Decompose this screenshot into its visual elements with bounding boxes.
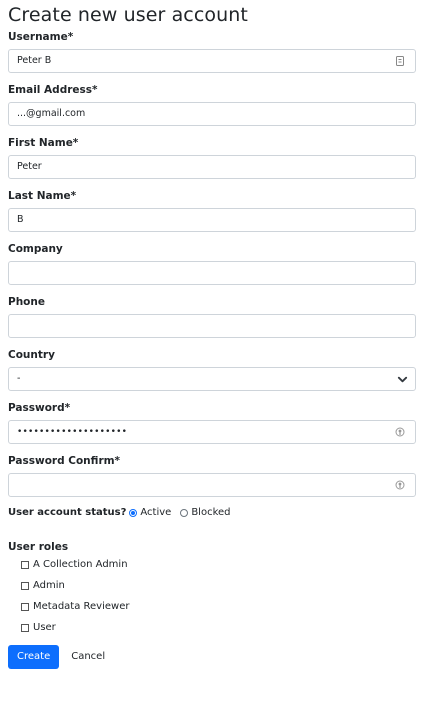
username-value: Peter B: [17, 55, 52, 66]
first-name-group: First Name* Peter: [8, 136, 416, 179]
last-name-label: Last Name*: [8, 190, 77, 202]
last-name-input[interactable]: B: [8, 208, 416, 232]
password-key-icon[interactable]: [395, 427, 405, 437]
company-label: Company: [8, 243, 63, 255]
user-roles-list: A Collection Admin Admin Metadata Review…: [8, 558, 416, 634]
country-label: Country: [8, 349, 55, 361]
username-group: Username* Peter B: [8, 30, 416, 73]
status-active-label: Active: [140, 507, 172, 518]
password-confirm-input[interactable]: [8, 473, 416, 497]
password-key-icon[interactable]: [395, 480, 405, 490]
company-input[interactable]: [8, 261, 416, 285]
password-value: ••••••••••••••••••••: [17, 427, 128, 437]
email-group: Email Address* ...@gmail.com: [8, 83, 416, 126]
user-roles-title: User roles: [8, 541, 69, 553]
password-confirm-group: Password Confirm*: [8, 454, 416, 497]
form-actions: Create Cancel: [8, 645, 416, 669]
checkbox[interactable]: [21, 602, 29, 611]
country-select[interactable]: -: [8, 367, 416, 391]
radio-active[interactable]: [129, 509, 138, 517]
chevron-down-icon: [397, 376, 408, 383]
password-label: Password*: [8, 402, 71, 414]
role-label: User: [33, 622, 56, 633]
first-name-input[interactable]: Peter: [8, 155, 416, 179]
username-input[interactable]: Peter B: [8, 49, 416, 73]
checkbox[interactable]: [21, 623, 29, 632]
email-value: ...@gmail.com: [17, 108, 86, 119]
status-blocked-option[interactable]: Blocked: [180, 506, 231, 520]
checkbox[interactable]: [21, 560, 29, 569]
username-label: Username*: [8, 31, 74, 43]
radio-blocked[interactable]: [180, 509, 189, 517]
first-name-value: Peter: [17, 161, 42, 172]
password-group: Password* ••••••••••••••••••••: [8, 401, 416, 444]
account-status-label: User account status?: [8, 507, 127, 518]
role-metadata-reviewer[interactable]: Metadata Reviewer: [21, 600, 416, 613]
country-value: -: [17, 373, 21, 384]
page-title: Create new user account: [8, 4, 248, 26]
autofill-key-icon[interactable]: [395, 56, 405, 66]
last-name-value: B: [17, 214, 24, 225]
checkbox[interactable]: [21, 581, 29, 590]
status-active-option[interactable]: Active: [129, 506, 171, 520]
email-input[interactable]: ...@gmail.com: [8, 102, 416, 126]
role-label: Metadata Reviewer: [33, 601, 130, 612]
password-confirm-label: Password Confirm*: [8, 455, 121, 467]
account-status-row: User account status? Active Blocked: [8, 506, 416, 520]
role-label: Admin: [33, 580, 65, 591]
create-button[interactable]: Create: [8, 645, 60, 669]
first-name-label: First Name*: [8, 137, 79, 149]
phone-group: Phone: [8, 295, 416, 338]
role-user[interactable]: User: [21, 621, 416, 634]
role-admin[interactable]: Admin: [21, 579, 416, 592]
email-label: Email Address*: [8, 84, 98, 96]
country-group: Country -: [8, 348, 416, 391]
phone-input[interactable]: [8, 314, 416, 338]
phone-label: Phone: [8, 296, 45, 308]
password-input[interactable]: ••••••••••••••••••••: [8, 420, 416, 444]
create-user-form: Create new user account Username* Peter …: [8, 0, 416, 669]
status-blocked-label: Blocked: [191, 507, 231, 518]
role-collection-admin[interactable]: A Collection Admin: [21, 558, 416, 571]
company-group: Company: [8, 242, 416, 285]
cancel-link[interactable]: Cancel: [71, 645, 105, 669]
last-name-group: Last Name* B: [8, 189, 416, 232]
role-label: A Collection Admin: [33, 559, 128, 570]
